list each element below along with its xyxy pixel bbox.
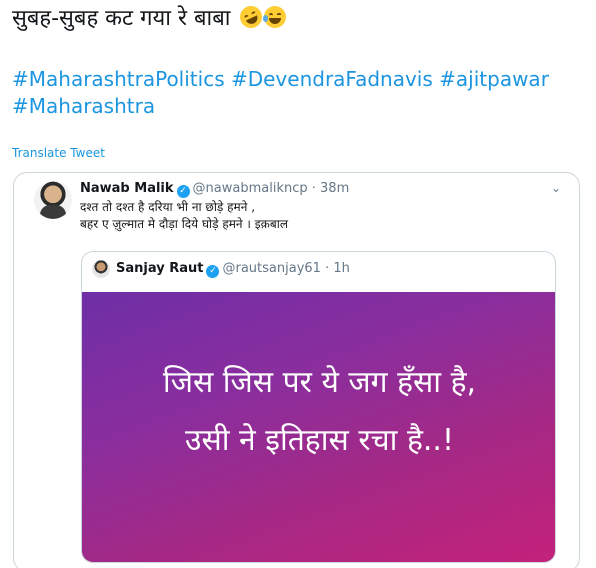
hashtag-list: #MaharashtraPolitics #DevendraFadnavis #… bbox=[12, 66, 587, 120]
author-name[interactable]: Nawab Malik bbox=[80, 181, 174, 196]
image-caption: जिस जिस पर ये जग हँसा है, उसी ने इतिहास … bbox=[82, 354, 555, 470]
nested-quoted-tweet[interactable]: Sanjay Raut ✓ @rautsanjay61 · 1h जिस जिस प… bbox=[81, 251, 556, 563]
verified-badge-icon: ✓ bbox=[206, 265, 220, 278]
author-name[interactable]: Sanjay Raut bbox=[116, 261, 203, 276]
verified-badge-icon: ✓ bbox=[176, 185, 190, 198]
author-handle[interactable]: @rautsanjay61 bbox=[222, 261, 320, 276]
image-text-line: उसी ने इतिहास रचा है..! bbox=[185, 423, 454, 458]
timestamp[interactable]: 38m bbox=[320, 181, 349, 196]
quoted-text-line: बहर ए ज़ुल्मात मे दौड़ा दिये घोड़े हमने … bbox=[80, 217, 288, 231]
timestamp[interactable]: 1h bbox=[333, 261, 350, 276]
quoted-tweet-body: दश्त तो दश्त है दरिया भी ना छोड़े हमने ,… bbox=[80, 199, 288, 233]
hashtag-link[interactable]: #MaharashtraPolitics bbox=[12, 67, 225, 91]
chevron-down-icon[interactable]: ⌄ bbox=[551, 181, 561, 195]
tweet-image[interactable]: जिस जिस पर ये जग हँसा है, उसी ने इतिहास … bbox=[82, 292, 555, 562]
tweet-main-line: सुबह-सुबह कट गया रे बाबा bbox=[12, 2, 592, 34]
tweet-content: सुबह-सुबह कट गया रे बाबा #MaharashtraPol… bbox=[12, 2, 592, 120]
hashtag-link[interactable]: #Maharashtra bbox=[12, 94, 155, 118]
avatar[interactable] bbox=[34, 181, 72, 219]
tweet-text: सुबह-सुबह कट गया रे बाबा bbox=[12, 6, 231, 31]
avatar[interactable] bbox=[92, 260, 110, 278]
quoted-tweet-card[interactable]: Nawab Malik ✓ @nawabmalikncp · 38m ⌄ दश्त … bbox=[13, 172, 580, 568]
quoted-tweet-header: Nawab Malik ✓ @nawabmalikncp · 38m bbox=[80, 181, 349, 198]
quoted-text-line: दश्त तो दश्त है दरिया भी ना छोड़े हमने , bbox=[80, 200, 256, 214]
separator-dot: · bbox=[307, 181, 321, 196]
image-text-line: जिस जिस पर ये जग हँसा है, bbox=[162, 365, 477, 400]
nested-tweet-header: Sanjay Raut ✓ @rautsanjay61 · 1h bbox=[116, 261, 350, 278]
translate-tweet-link[interactable]: Translate Tweet bbox=[12, 146, 105, 160]
hashtag-link[interactable]: #ajitpawar bbox=[439, 67, 549, 91]
separator-dot: · bbox=[320, 261, 334, 276]
author-handle[interactable]: @nawabmalikncp bbox=[193, 181, 308, 196]
face-with-tears-of-joy-icon bbox=[262, 6, 286, 28]
rolling-on-floor-laughing-icon bbox=[235, 2, 266, 32]
hashtag-link[interactable]: #DevendraFadnavis bbox=[231, 67, 433, 91]
